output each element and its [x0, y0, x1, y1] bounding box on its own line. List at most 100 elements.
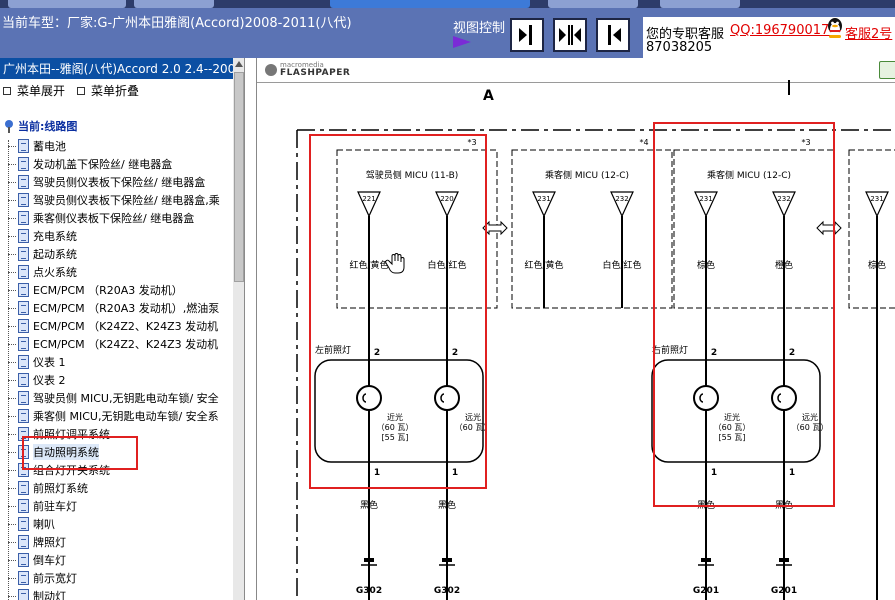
tree-item[interactable]: 前示宽灯 [8, 569, 77, 587]
tree-connector [8, 397, 16, 399]
menu-collapse-label: 菜单折叠 [91, 84, 140, 98]
sidebar-scrollbar[interactable] [233, 58, 244, 600]
tree-item-label: 蓄电池 [33, 140, 66, 153]
expand-square-icon [3, 86, 11, 95]
lamp-group: 左前照灯 21近光（60 瓦）[55 瓦]黑色G30221远光（60 瓦）黑色G3… [314, 308, 828, 600]
vehicle-title: 当前车型：厂家:G-广州本田雅阁(Accord)2008-2011(八代) [2, 16, 352, 31]
bulb-icon [693, 385, 719, 411]
tree-item-label: 乘客侧仪表板下保险丝/ 继电器盒 [33, 212, 195, 225]
tree-item[interactable]: ECM/PCM （K24Z2、K24Z3 发动机 [8, 335, 218, 353]
bulb-rating: 近光 [387, 412, 403, 422]
top-tab[interactable] [548, 0, 638, 8]
document-icon [18, 409, 29, 423]
top-tab[interactable] [8, 0, 126, 8]
tree-item[interactable]: 点火系统 [8, 263, 77, 281]
tree-item[interactable]: 前照灯系统 [8, 479, 88, 497]
pin-number: 2 [711, 348, 717, 358]
document-icon [18, 211, 29, 225]
tree-item[interactable]: 牌照灯 [8, 533, 66, 551]
tree-connector [8, 217, 16, 219]
expand-left-view-button[interactable] [596, 18, 630, 52]
document-icon [18, 535, 29, 549]
tree-item[interactable]: 发动机盖下保险丝/ 继电器盒 [8, 155, 172, 173]
lamp-housing [651, 359, 821, 463]
ground-symbol [779, 558, 789, 562]
top-header: 当前车型：厂家:G-广州本田雅阁(Accord)2008-2011(八代) 视图… [0, 0, 895, 58]
sidebar-title: 广州本田--雅阁(八代)Accord 2.0 2.4--2008 [0, 58, 234, 79]
tree-item[interactable]: 驾驶员侧仪表板下保险丝/ 继电器盒 [8, 173, 205, 191]
document-icon [18, 589, 29, 600]
tree-item[interactable]: 喇叭 [8, 515, 55, 533]
tree-item[interactable]: 起动系统 [8, 245, 77, 263]
bulb-icon [771, 385, 797, 411]
document-viewer[interactable]: macromedia FLASHPAPER A 驾驶员侧 MICU (11-B)… [256, 58, 895, 600]
top-tab-active[interactable] [330, 0, 530, 8]
tree-item-label: ECM/PCM （R20A3 发动机） [33, 284, 183, 297]
document-icon [18, 229, 29, 243]
ground-label: G302 [356, 586, 382, 596]
wire-color-label: 棕色 [868, 259, 886, 271]
split-arrows-icon [559, 25, 581, 45]
tree-item-label: 倒车灯 [33, 554, 66, 567]
tree-item[interactable]: 仪表 2 [8, 371, 66, 389]
qq-link[interactable]: QQ:1967900174 [730, 23, 838, 38]
tree-item[interactable]: 驾驶员侧仪表板下保险丝/ 继电器盒,乘 [8, 191, 220, 209]
tree-item[interactable]: 驾驶员侧 MICU,无钥匙电动车锁/ 安全 [8, 389, 219, 407]
menu-expand-button[interactable]: 菜单展开 [3, 82, 65, 99]
highlight-annotation [22, 436, 138, 470]
ground-symbol [701, 558, 711, 562]
wiring-diagram: A 驾驶员侧 MICU (11-B)221红色/黄色220白色/红色乘客侧 MI… [296, 80, 895, 600]
tree-item[interactable]: 乘客侧仪表板下保险丝/ 继电器盒 [8, 209, 194, 227]
scroll-up-icon[interactable] [235, 61, 243, 67]
wire-color-label: 白色/红色 [427, 259, 466, 271]
tree-item-label: 乘客侧 MICU,无钥匙电动车锁/ 安全系 [33, 410, 219, 423]
tree-item-label: 制动灯 [33, 590, 66, 600]
current-path[interactable]: 当前:线路图 [3, 118, 77, 134]
expand-right-view-button[interactable] [510, 18, 544, 52]
lamp-label: 右前照灯 [652, 344, 688, 356]
tree-item-label: 前示宽灯 [33, 572, 77, 585]
customer-service-number: 87038205 [646, 40, 713, 55]
bulb-rating: [55 瓦] [719, 433, 746, 442]
split-view-button[interactable] [553, 18, 587, 52]
wire-color-label: 棕色 [697, 259, 715, 271]
document-icon [18, 481, 29, 495]
tree-item[interactable]: ECM/PCM （R20A3 发动机）,燃油泵 [8, 299, 219, 317]
tree-connector [8, 181, 16, 183]
scrollbar-thumb[interactable] [234, 72, 244, 282]
tree-item[interactable]: ECM/PCM （K24Z2、K24Z3 发动机 [8, 317, 218, 335]
tree-item[interactable]: ECM/PCM （R20A3 发动机） [8, 281, 183, 299]
top-tab[interactable] [660, 0, 740, 8]
tree-root-icon [5, 120, 13, 133]
tree-connector [8, 199, 16, 201]
tree-item[interactable]: 蓄电池 [8, 137, 66, 155]
qq-penguin-icon[interactable] [826, 17, 844, 39]
tree-item[interactable]: 制动灯 [8, 587, 66, 600]
pin-number: 2 [452, 348, 458, 358]
tree-connector [8, 559, 16, 561]
tree-connector [8, 505, 16, 507]
section-label: A [483, 88, 494, 104]
tree-connector [8, 271, 16, 273]
tree-item[interactable]: 乘客侧 MICU,无钥匙电动车锁/ 安全系 [8, 407, 219, 425]
tree-connector [8, 235, 16, 237]
menu-collapse-button[interactable]: 菜单折叠 [77, 82, 139, 99]
tree-item[interactable]: 前驻车灯 [8, 497, 77, 515]
wire-color-label: 白色/红色 [602, 259, 641, 271]
tree-item[interactable]: 倒车灯 [8, 551, 66, 569]
ground-label: G201 [693, 586, 719, 596]
tree-connector [8, 163, 16, 165]
ground-symbol [364, 558, 374, 562]
customer-service-link[interactable]: 客服2号 [845, 23, 892, 42]
tree-item[interactable]: 仪表 1 [8, 353, 66, 371]
pin-number: 221 [362, 195, 375, 203]
tree-item[interactable]: 充电系统 [8, 227, 77, 245]
top-tab[interactable] [134, 0, 214, 8]
wire-color-label: 橙色 [775, 259, 793, 271]
ground-symbol [442, 558, 452, 562]
pin-number: 2 [789, 348, 795, 358]
document-icon [18, 139, 29, 153]
tree-connector [8, 253, 16, 255]
bulb-rating: 近光 [724, 412, 740, 422]
tree-connector [8, 145, 16, 147]
